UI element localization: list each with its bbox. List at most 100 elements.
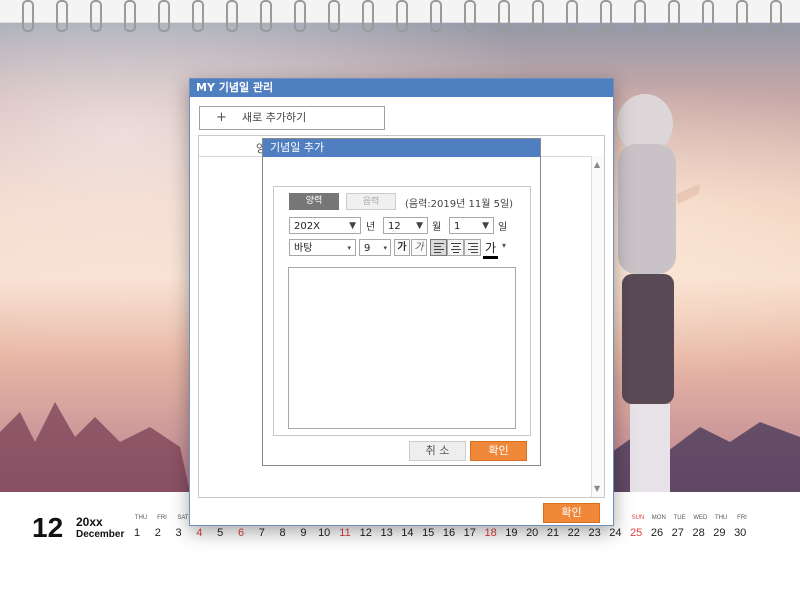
italic-button[interactable]: 가	[411, 239, 427, 256]
year-value: 202X	[294, 221, 320, 232]
scroll-up-icon[interactable]: ▲	[594, 160, 600, 169]
calendar-date: 4	[196, 527, 203, 539]
plus-icon: +	[216, 110, 227, 125]
binding-ring	[192, 0, 204, 32]
calendar-date: 13	[380, 527, 393, 539]
binding-ring	[158, 0, 170, 32]
calendar-date: 11	[339, 527, 351, 539]
calendar-date: 28	[692, 527, 705, 539]
calendar-date: 16	[442, 527, 456, 539]
font-size-value: 9	[364, 243, 371, 254]
binding-ring	[634, 0, 646, 32]
binding-ring	[566, 0, 578, 32]
calendar-date: 17	[463, 527, 476, 539]
dropdown-arrow-icon[interactable]: ▾	[502, 241, 506, 250]
calendar-date: 1	[133, 527, 141, 539]
calendar-date: 18	[484, 527, 497, 539]
binding-ring	[736, 0, 748, 32]
binding-ring	[600, 0, 612, 32]
calendar-date: 23	[588, 527, 601, 539]
binding-ring	[464, 0, 476, 32]
month-unit: 월	[432, 222, 442, 233]
binding-ring	[260, 0, 272, 32]
calendar-date: 7	[258, 527, 265, 539]
dropdown-arrow-icon: ▼	[416, 221, 423, 231]
calendar-date: 12	[359, 527, 372, 539]
align-left-icon[interactable]	[430, 239, 447, 256]
calendar-date: 8	[279, 527, 286, 539]
binding-ring	[498, 0, 510, 32]
binding-ring	[668, 0, 680, 32]
day-value: 1	[454, 221, 461, 232]
calendar-weekday: FRI	[737, 515, 747, 521]
font-size-select[interactable]: 9 ▾	[359, 239, 391, 256]
child-in-costume	[617, 94, 700, 492]
year-select[interactable]: 202X ▼	[289, 217, 361, 234]
align-right-icon[interactable]	[464, 239, 481, 256]
dropdown-arrow-icon: ▼	[349, 221, 356, 231]
calendar-date: 21	[546, 527, 560, 539]
text-color-swatch	[483, 256, 498, 259]
add-new-button[interactable]: + 새로 추가하기	[199, 106, 385, 130]
day-unit: 일	[498, 222, 508, 233]
dropdown-arrow-icon: ▾	[347, 244, 351, 252]
manager-dialog-title: MY 기념일 관리	[190, 79, 613, 97]
binding-ring	[396, 0, 408, 32]
binding-ring	[770, 0, 782, 32]
solar-toggle[interactable]: 양력	[289, 193, 339, 210]
text-color-label: 가	[485, 241, 497, 255]
calendar-date: 24	[609, 527, 622, 539]
calendar-date: 10	[318, 527, 331, 539]
calendar-date: 15	[422, 527, 435, 539]
calendar-date: 27	[671, 527, 684, 539]
month-value: 12	[388, 221, 401, 232]
add-new-label: 새로 추가하기	[242, 111, 307, 124]
calendar-date: 19	[505, 527, 518, 539]
calendar-date: 9	[300, 527, 307, 539]
add-dialog-title: 기념일 추가	[263, 139, 540, 157]
manager-ok-button[interactable]: 확인	[543, 503, 600, 523]
binding-ring	[362, 0, 374, 32]
list-scrollbar[interactable]: ▲ ▼	[591, 156, 604, 497]
binding-ring	[294, 0, 306, 32]
anniversary-text-editor[interactable]	[288, 267, 516, 429]
binding-ring	[702, 0, 714, 32]
calendar-date: 30	[734, 527, 747, 539]
year-unit: 년	[366, 222, 376, 233]
calendar-date: 29	[713, 527, 726, 539]
day-select[interactable]: 1 ▼	[449, 217, 494, 234]
calendar-date: 26	[650, 527, 664, 539]
binding-ring	[90, 0, 102, 32]
binding-ring	[22, 0, 34, 32]
calendar-date: 2	[154, 527, 161, 539]
dropdown-arrow-icon: ▼	[482, 221, 489, 231]
add-dialog-panel: 양력 음력 (음력:2019년 11월 5일) 202X ▼ 년 12 ▼ 월 …	[273, 186, 531, 436]
calendar-date: 20	[526, 527, 539, 539]
calendar-month-number: 12	[32, 512, 64, 543]
lunar-date-info: (음력:2019년 11월 5일)	[405, 199, 514, 210]
calendar-month-name: December	[76, 529, 125, 540]
binding-ring	[56, 0, 68, 32]
binding-ring	[328, 0, 340, 32]
calendar-date: 6	[237, 527, 245, 539]
dropdown-arrow-icon: ▾	[383, 244, 387, 252]
add-anniversary-dialog: 기념일 추가 양력 음력 (음력:2019년 11월 5일) 202X ▼ 년 …	[262, 138, 541, 466]
calendar-date: 3	[175, 527, 182, 539]
align-center-icon[interactable]	[447, 239, 464, 256]
lunar-toggle[interactable]: 음력	[346, 193, 396, 210]
add-ok-button[interactable]: 확인	[470, 441, 527, 461]
bold-button[interactable]: 가	[394, 239, 410, 256]
binding-ring	[532, 0, 544, 32]
text-color-icon[interactable]: 가	[483, 239, 498, 259]
cancel-button[interactable]: 취 소	[409, 441, 466, 461]
binding-ring	[430, 0, 442, 32]
scroll-down-icon[interactable]: ▼	[594, 484, 600, 493]
calendar-date: 14	[401, 527, 414, 539]
calendar-date: 5	[217, 527, 224, 539]
font-value: 바탕	[294, 243, 313, 254]
month-select[interactable]: 12 ▼	[383, 217, 428, 234]
calendar-year: 20xx	[76, 515, 103, 529]
calendar-date: 25	[630, 527, 643, 539]
binding-ring	[226, 0, 238, 32]
font-select[interactable]: 바탕 ▾	[289, 239, 356, 256]
